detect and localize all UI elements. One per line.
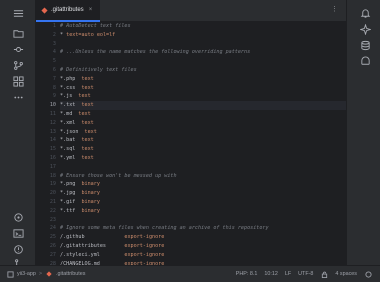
notifications-icon[interactable] [358, 6, 372, 20]
php-version-widget[interactable]: PHP: 8.1 [236, 271, 258, 277]
project-folder-icon[interactable] [10, 26, 26, 40]
read-only-lock-icon[interactable] [320, 270, 328, 278]
line-number: 7 [52, 75, 56, 82]
code-line[interactable]: # Ignore some meta files when creating a… [60, 224, 346, 233]
indent-widget[interactable]: 4 spaces [335, 271, 357, 277]
code-line[interactable] [60, 40, 346, 49]
line-number: 12 [49, 119, 56, 126]
line-ending-widget[interactable]: LF [285, 271, 291, 277]
line-number: 26 [49, 242, 56, 249]
code-line[interactable]: /.styleci.yml export-ignore [60, 251, 346, 260]
left-tool-bar [0, 0, 36, 268]
code-line[interactable]: *.bat text [60, 136, 346, 145]
code-line[interactable]: *.png binary [60, 180, 346, 189]
line-number: 17 [49, 163, 56, 170]
line-number: 25 [49, 234, 56, 241]
breadcrumb: yii3-app > .gitattributes [0, 270, 85, 278]
code-line[interactable]: *.jpg binary [60, 189, 346, 198]
line-number: 21 [49, 198, 56, 205]
right-tool-bar [346, 0, 380, 265]
project-box-icon [6, 270, 14, 278]
line-number: 18 [49, 172, 56, 179]
tab-close-icon[interactable]: × [89, 7, 93, 13]
line-number: 22 [49, 207, 56, 214]
line-number: 13 [49, 128, 56, 135]
structure-icon[interactable] [10, 74, 26, 88]
code-line[interactable] [60, 57, 346, 66]
code-line[interactable]: *.md text [60, 110, 346, 119]
line-number: 24 [49, 225, 56, 232]
commit-icon[interactable] [10, 42, 26, 56]
breadcrumb-project[interactable]: yii3-app [17, 271, 36, 277]
line-number: 8 [52, 84, 56, 91]
code-area[interactable]: # AutoDetect text files * text=auto eol=l… [60, 22, 346, 265]
code-line[interactable]: *.js text [60, 92, 346, 101]
line-number: 27 [49, 251, 56, 258]
code-line[interactable]: *.xml text [60, 119, 346, 128]
line-number: 3 [52, 40, 56, 47]
ai-assistant-icon[interactable] [358, 22, 372, 36]
code-line[interactable]: # ...Unless the name matches the followi… [60, 48, 346, 57]
line-number: 10 [49, 102, 56, 109]
tab-options-icon[interactable]: ⋮ [331, 5, 338, 13]
main-menu-icon[interactable] [10, 6, 26, 20]
code-line[interactable]: *.ttf binary [60, 207, 346, 216]
line-number: 9 [52, 93, 56, 100]
code-line[interactable]: # Ensure those won't be messed up with [60, 172, 346, 181]
line-number: 2 [52, 31, 56, 38]
line-number: 19 [49, 181, 56, 188]
vcs-branch-icon[interactable] [10, 58, 26, 72]
code-line[interactable]: *.php text [60, 75, 346, 84]
line-number: 23 [49, 216, 56, 223]
tab-label: .gitattributes [51, 7, 84, 13]
code-line[interactable]: *.json text [60, 128, 346, 137]
code-line[interactable]: # Definitively text files [60, 66, 346, 75]
line-number: 16 [49, 154, 56, 161]
line-number: 1 [52, 23, 56, 29]
code-line[interactable]: *.txt text [60, 101, 346, 110]
editor-tab-bar: .gitattributes × ⋮ [36, 0, 346, 22]
services-icon[interactable] [10, 210, 26, 224]
code-line[interactable]: /.gitattributes export-ignore [60, 242, 346, 251]
line-number: 4 [52, 49, 56, 56]
code-line[interactable]: # AutoDetect text files [60, 22, 346, 31]
database-icon[interactable] [358, 38, 372, 52]
terminal-icon[interactable] [10, 226, 26, 240]
problems-icon[interactable] [10, 242, 26, 256]
line-number: 15 [49, 146, 56, 153]
line-number: 20 [49, 190, 56, 197]
line-number: 14 [49, 137, 56, 144]
status-bar: yii3-app > .gitattributes PHP: 8.1 10:12… [0, 265, 380, 282]
line-number: 11 [49, 110, 56, 117]
code-line[interactable] [60, 216, 346, 225]
more-tools-icon[interactable] [10, 90, 26, 104]
code-line[interactable]: *.sql text [60, 145, 346, 154]
encoding-widget[interactable]: UTF-8 [298, 271, 313, 277]
code-line[interactable]: *.yml text [60, 154, 346, 163]
code-line[interactable]: *.css text [60, 84, 346, 93]
more-status-icon[interactable] [364, 270, 372, 278]
gradle-icon[interactable] [358, 54, 372, 68]
code-line[interactable]: /.github export-ignore [60, 233, 346, 242]
line-number-gutter: 1 2 3 4 5 6 7 8 9 10 11 12 13 14 15 16 17 18 19 20 21 22 23 24 2… [36, 22, 58, 265]
code-line[interactable] [60, 163, 346, 172]
breadcrumb-separator: > [38, 271, 43, 277]
code-line[interactable]: * text=auto eol=lf [60, 31, 346, 40]
line-number: 5 [52, 58, 56, 65]
code-line[interactable]: *.gif binary [60, 198, 346, 207]
tab-gitattributes[interactable]: .gitattributes × [36, 0, 100, 22]
git-file-icon [45, 270, 53, 278]
line-number: 6 [52, 66, 56, 73]
caret-position-widget[interactable]: 10:12 [264, 271, 278, 277]
code-editor[interactable]: 1 2 3 4 5 6 7 8 9 10 11 12 13 14 15 16 17 18 19 20 21 22 23 24 2… [36, 22, 346, 265]
git-file-icon [40, 6, 48, 14]
breadcrumb-file[interactable]: .gitattributes [56, 271, 85, 277]
